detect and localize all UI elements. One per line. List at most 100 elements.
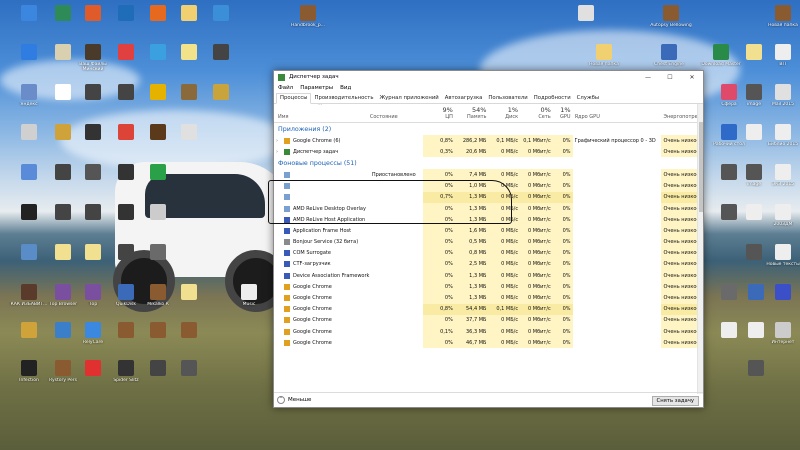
- fewer-details-link[interactable]: Меньше: [288, 397, 311, 403]
- desktop-shortcut-icon[interactable]: [150, 164, 166, 180]
- desktop-shortcut-icon[interactable]: [748, 284, 764, 300]
- desktop-shortcut-icon[interactable]: [55, 244, 71, 260]
- desktop-shortcut-icon[interactable]: [181, 322, 197, 338]
- desktop-shortcut-icon[interactable]: [775, 204, 791, 220]
- desktop-shortcut-icon[interactable]: [213, 84, 229, 100]
- chevron-right-icon[interactable]: ›: [276, 149, 282, 155]
- desktop-shortcut-icon[interactable]: [746, 204, 762, 220]
- title-bar[interactable]: Диспетчер задач — ☐ ✕: [274, 71, 703, 83]
- desktop-shortcut-icon[interactable]: [21, 164, 37, 180]
- desktop-shortcut-icon[interactable]: [578, 5, 594, 21]
- desktop-shortcut-icon[interactable]: [181, 360, 197, 376]
- desktop-shortcut-icon[interactable]: [21, 322, 37, 338]
- process-row[interactable]: Приостановлено 0% 7,4 МБ 0 МБ/с 0 Мбит/с 0% Оч…: [274, 169, 703, 181]
- desktop-shortcut-icon[interactable]: [746, 164, 762, 180]
- desktop-shortcut-icon[interactable]: [150, 84, 166, 100]
- desktop-shortcut-icon[interactable]: [775, 322, 791, 338]
- desktop-shortcut-icon[interactable]: [85, 84, 101, 100]
- column-memory[interactable]: 54% Память: [455, 104, 489, 122]
- desktop-shortcut-icon[interactable]: [118, 360, 134, 376]
- desktop-shortcut-icon[interactable]: [150, 244, 166, 260]
- desktop-shortcut-icon[interactable]: [775, 244, 791, 260]
- desktop-shortcut-icon[interactable]: [85, 124, 101, 140]
- desktop-shortcut-icon[interactable]: [241, 284, 257, 300]
- desktop-shortcut-icon[interactable]: [55, 84, 71, 100]
- tab-performance[interactable]: Производительность: [311, 94, 376, 103]
- minimize-button[interactable]: —: [637, 71, 659, 83]
- section-apps[interactable]: Приложения (2): [274, 123, 703, 135]
- menu-options[interactable]: Параметры: [300, 85, 333, 91]
- chevron-right-icon[interactable]: ›: [276, 138, 282, 144]
- desktop-shortcut-icon[interactable]: [775, 44, 791, 60]
- tab-services[interactable]: Службы: [574, 94, 602, 103]
- desktop-shortcut-icon[interactable]: [213, 44, 229, 60]
- desktop-shortcut-icon[interactable]: [721, 322, 737, 338]
- tab-details[interactable]: Подробности: [531, 94, 574, 103]
- desktop-shortcut-icon[interactable]: [746, 124, 762, 140]
- desktop-shortcut-icon[interactable]: [85, 5, 101, 21]
- chevron-up-icon[interactable]: ˄: [277, 396, 285, 404]
- column-gpu-engine[interactable]: Ядро GPU: [573, 104, 662, 122]
- desktop-shortcut-icon[interactable]: [150, 284, 166, 300]
- desktop-shortcut-icon[interactable]: [596, 44, 612, 60]
- desktop-shortcut-icon[interactable]: [118, 44, 134, 60]
- desktop-shortcut-icon[interactable]: [85, 44, 101, 60]
- column-disk[interactable]: 1% Диск: [488, 104, 520, 122]
- tab-users[interactable]: Пользователи: [485, 94, 530, 103]
- desktop-shortcut-icon[interactable]: [746, 244, 762, 260]
- desktop-shortcut-icon[interactable]: [55, 44, 71, 60]
- desktop-shortcut-icon[interactable]: [118, 284, 134, 300]
- desktop-shortcut-icon[interactable]: [775, 284, 791, 300]
- desktop-shortcut-icon[interactable]: [721, 124, 737, 140]
- desktop-shortcut-icon[interactable]: [150, 124, 166, 140]
- desktop-shortcut-icon[interactable]: [181, 84, 197, 100]
- process-row[interactable]: Application Frame Host 0% 1,6 МБ 0 МБ/с 0 Мб…: [274, 225, 703, 237]
- column-cpu[interactable]: 9% ЦП: [423, 104, 455, 122]
- process-row[interactable]: Google Chrome 0% 1,3 МБ 0 МБ/с 0 Мбит/с 0% Оче…: [274, 292, 703, 304]
- process-row[interactable]: CTF-загрузчик 0% 2,5 МБ 0 МБ/с 0 Мбит/с 0% Оче…: [274, 258, 703, 271]
- vertical-scrollbar[interactable]: [697, 104, 703, 394]
- desktop-shortcut-icon[interactable]: [181, 124, 197, 140]
- desktop-shortcut-icon[interactable]: [118, 322, 134, 338]
- desktop-shortcut-icon[interactable]: [150, 44, 166, 60]
- process-row[interactable]: Google Chrome 0,1% 36,3 МБ 0 МБ/с 0 Мбит/с 0%…: [274, 326, 703, 338]
- column-name[interactable]: ^ Имя: [274, 104, 370, 122]
- column-gpu[interactable]: 1% GPU: [553, 104, 573, 122]
- desktop-shortcut-icon[interactable]: [661, 44, 677, 60]
- column-network[interactable]: 0% Сеть: [520, 104, 553, 122]
- desktop-shortcut-icon[interactable]: [775, 84, 791, 100]
- close-button[interactable]: ✕: [681, 71, 703, 83]
- desktop-shortcut-icon[interactable]: [663, 5, 679, 21]
- desktop-shortcut-icon[interactable]: [118, 244, 134, 260]
- desktop-shortcut-icon[interactable]: [55, 284, 71, 300]
- process-row[interactable]: Google Chrome 0% 37,7 МБ 0 МБ/с 0 Мбит/с 0% Оч…: [274, 314, 703, 326]
- desktop-shortcut-icon[interactable]: [21, 360, 37, 376]
- desktop-shortcut-icon[interactable]: [55, 5, 71, 21]
- process-row[interactable]: Google Chrome 0% 1,3 МБ 0 МБ/с 0 Мбит/с 0% Оче…: [274, 281, 703, 293]
- desktop-shortcut-icon[interactable]: [55, 322, 71, 338]
- desktop-shortcut-icon[interactable]: [118, 164, 134, 180]
- desktop-shortcut-icon[interactable]: [85, 360, 101, 376]
- desktop-shortcut-icon[interactable]: [85, 164, 101, 180]
- desktop-shortcut-icon[interactable]: [85, 284, 101, 300]
- desktop-shortcut-icon[interactable]: [181, 284, 197, 300]
- maximize-button[interactable]: ☐: [659, 71, 681, 83]
- desktop-shortcut-icon[interactable]: [775, 164, 791, 180]
- desktop-shortcut-icon[interactable]: [85, 322, 101, 338]
- desktop-shortcut-icon[interactable]: [118, 204, 134, 220]
- process-row[interactable]: › Google Chrome (6) 0,8% 286,2 МБ 0,1 МБ/с 0,…: [274, 135, 703, 147]
- section-background[interactable]: Фоновые процессы (51): [274, 157, 703, 169]
- process-row[interactable]: COM Surrogate 0% 0,8 МБ 0 МБ/с 0 Мбит/с 0% Оче…: [274, 247, 703, 259]
- tab-processes[interactable]: Процессы: [276, 93, 312, 104]
- process-row[interactable]: Google Chrome 0% 46,7 МБ 0 МБ/с 0 Мбит/с 0% Оч…: [274, 337, 703, 349]
- desktop-shortcut-icon[interactable]: [55, 124, 71, 140]
- desktop-shortcut-icon[interactable]: [748, 322, 764, 338]
- desktop-shortcut-icon[interactable]: [713, 44, 729, 60]
- desktop-shortcut-icon[interactable]: [55, 360, 71, 376]
- desktop-shortcut-icon[interactable]: [21, 44, 37, 60]
- desktop-shortcut-icon[interactable]: [213, 5, 229, 21]
- tab-app-history[interactable]: Журнал приложений: [376, 94, 441, 103]
- desktop-shortcut-icon[interactable]: [181, 5, 197, 21]
- desktop-shortcut-icon[interactable]: [721, 204, 737, 220]
- desktop-shortcut-icon[interactable]: [746, 44, 762, 60]
